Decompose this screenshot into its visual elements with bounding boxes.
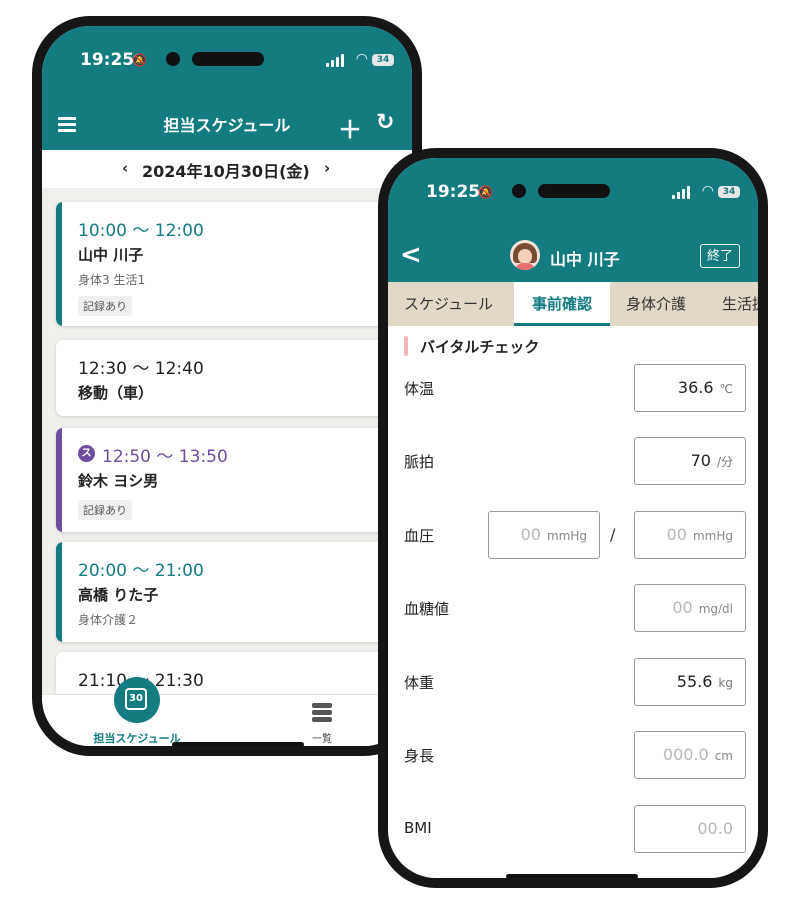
end-button[interactable]: 終了 <box>700 244 740 268</box>
wifi-icon: ◠ <box>355 51 368 67</box>
home-indicator <box>506 874 638 878</box>
tab-schedule[interactable]: スケジュール <box>404 282 493 326</box>
schedule-app-bar: 担当スケジュール ＋ ↻ <box>42 98 412 150</box>
bmi-field[interactable]: 00.0 <box>634 805 746 853</box>
status-time: 19:25 <box>80 50 135 70</box>
battery-icon: 34 <box>718 186 740 198</box>
blood-pressure-label: 血圧 <box>404 527 435 545</box>
appointment-time: 12:30 〜 12:40 <box>78 359 204 379</box>
weight-field[interactable]: 55.6 kg <box>634 658 746 706</box>
weight-label: 体重 <box>404 674 435 692</box>
list-icon[interactable] <box>312 703 332 723</box>
blood-sugar-label: 血糖値 <box>404 600 450 618</box>
avatar <box>510 240 540 270</box>
bell-muted-icon: 🔕 <box>132 53 147 67</box>
bottom-nav: 30 担当スケジュール 一覧 <box>42 677 412 746</box>
blood-sugar-field[interactable]: 00 mg/dl <box>634 584 746 632</box>
bell-muted-icon: 🔕 <box>478 185 493 199</box>
status-bar: 19:25 🔕 ◠ 34 <box>42 26 412 98</box>
refresh-icon[interactable]: ↻ <box>376 110 394 135</box>
tab-pre-check[interactable]: 事前確認 <box>514 282 610 326</box>
tab-physical-care[interactable]: 身体介護 <box>626 282 686 326</box>
prev-date-button[interactable]: ‹ <box>122 159 128 177</box>
appointment-card[interactable]: 12:30 〜 12:40 移動（車） <box>56 340 396 416</box>
appointment-detail: 身体3 生活1 <box>78 273 146 287</box>
tab-life-support[interactable]: 生活援 <box>722 282 758 326</box>
status-time: 19:25 <box>426 182 481 202</box>
nav-schedule-button[interactable]: 30 <box>114 677 160 723</box>
pulse-field[interactable]: 70/分 <box>634 437 746 485</box>
dynamic-island <box>192 52 264 66</box>
date-navigator: ‹ 2024年10月30日(金) › <box>42 150 412 188</box>
service-type-icon: ス <box>78 445 95 462</box>
bp-separator: / <box>610 525 616 544</box>
card-accent <box>56 428 62 532</box>
calendar-icon: 30 <box>125 688 147 710</box>
schedule-phone: 19:25 🔕 ◠ 34 担当スケジュール ＋ ↻ ‹ 2024年10月30日(… <box>32 16 422 756</box>
appointment-card[interactable]: ス 12:50 〜 13:50 鈴木 ヨシ男 記録あり <box>56 428 396 532</box>
card-accent <box>56 202 62 326</box>
appointment-name: 高橋 りた子 <box>78 586 159 604</box>
appointment-name: 鈴木 ヨシ男 <box>78 472 159 490</box>
status-bar: 19:25 🔕 ◠ 34 <box>388 158 758 230</box>
appointment-detail: 身体介護２ <box>78 613 139 627</box>
pulse-label: 脈拍 <box>404 453 435 471</box>
appointment-name: 移動（車） <box>78 384 154 402</box>
vitals-phone: 19:25 🔕 ◠ 34 < 山中 川子 終了 スケジュール 事前確認 身体介護… <box>378 148 768 888</box>
card-accent <box>56 542 62 642</box>
appointment-time: 12:50 〜 13:50 <box>102 447 228 467</box>
add-icon[interactable]: ＋ <box>338 110 362 145</box>
signal-icon <box>672 186 692 199</box>
dynamic-island <box>538 184 610 198</box>
battery-icon: 34 <box>372 54 394 66</box>
tab-bar: スケジュール 事前確認 身体介護 生活援 <box>388 282 758 326</box>
blood-pressure-high-field[interactable]: 00 mmHg <box>488 511 600 559</box>
temperature-label: 体温 <box>404 380 435 398</box>
patient-name: 山中 川子 <box>550 250 620 269</box>
record-badge: 記録あり <box>78 296 132 316</box>
blood-pressure-low-field[interactable]: 00 mmHg <box>634 511 746 559</box>
camera-icon <box>512 184 526 198</box>
next-date-button[interactable]: › <box>324 159 330 177</box>
appointment-time: 20:00 〜 21:00 <box>78 561 204 581</box>
section-marker <box>404 336 408 356</box>
height-label: 身長 <box>404 747 435 765</box>
appointment-card[interactable]: 10:00 〜 12:00 山中 川子 身体3 生活1 記録あり <box>56 202 396 326</box>
bmi-label: BMI <box>404 819 432 837</box>
camera-icon <box>166 52 180 66</box>
temperature-field[interactable]: 36.6 ℃ <box>634 364 746 412</box>
signal-icon <box>326 54 346 67</box>
record-badge: 記録あり <box>78 500 132 520</box>
appointment-time: 10:00 〜 12:00 <box>78 221 204 241</box>
wifi-icon: ◠ <box>701 183 714 199</box>
schedule-screen: 19:25 🔕 ◠ 34 担当スケジュール ＋ ↻ ‹ 2024年10月30日(… <box>42 26 412 746</box>
section-title: バイタルチェック <box>420 338 540 356</box>
back-icon[interactable]: < <box>400 240 422 270</box>
height-field[interactable]: 000.0 cm <box>634 731 746 779</box>
vitals-screen: 19:25 🔕 ◠ 34 < 山中 川子 終了 スケジュール 事前確認 身体介護… <box>388 158 758 878</box>
current-date: 2024年10月30日(金) <box>142 162 310 181</box>
vitals-app-bar: < 山中 川子 終了 <box>388 230 758 282</box>
appointment-card[interactable]: 20:00 〜 21:00 高橋 りた子 身体介護２ <box>56 542 396 642</box>
appointment-name: 山中 川子 <box>78 246 144 264</box>
home-indicator <box>172 742 304 746</box>
